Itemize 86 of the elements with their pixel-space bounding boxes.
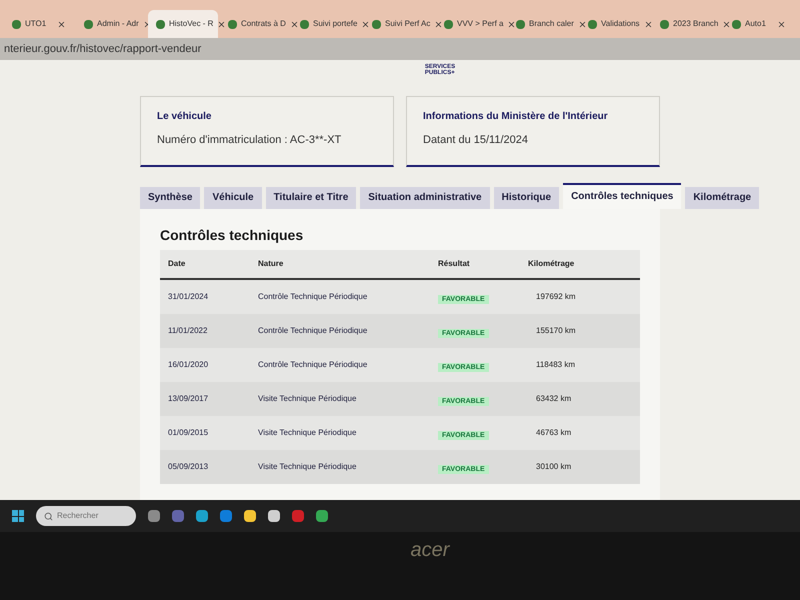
close-icon[interactable] [722, 20, 732, 28]
browser-tab[interactable]: Suivi Perf Ac [364, 10, 434, 38]
page-tab[interactable]: Contrôles techniques [563, 182, 682, 208]
favicon-icon [12, 20, 21, 28]
browser-tab[interactable]: Branch caler [508, 10, 578, 38]
browser-tab[interactable]: 2023 Branch [652, 10, 722, 38]
column-header: Kilométrage [528, 258, 576, 270]
mileage-cell-text: 63432 km [535, 392, 572, 404]
browser-tab[interactable]: Contrats à D [220, 10, 290, 38]
page-tab[interactable]: Historique [494, 186, 560, 208]
tab-title: Suivi portefe [313, 18, 358, 30]
nature-cell-text: Contrôle Technique Périodique [258, 324, 368, 336]
column-header: Date [168, 258, 186, 270]
tab-title: Branch caler [529, 18, 574, 30]
nature-cell-text: Contrôle Technique Périodique [258, 358, 368, 370]
mileage-cell-text: 30100 km [535, 460, 572, 472]
address-bar[interactable]: nterieur.gouv.fr/histovec/rapport-vendeur [0, 38, 800, 60]
date-cell-text: 31/01/2024 [168, 290, 210, 302]
nature-cell-text: Contrôle Technique Périodique [258, 290, 368, 302]
close-icon[interactable] [57, 20, 66, 28]
tab-title: VVV > Perf a [457, 18, 504, 30]
close-icon[interactable] [290, 20, 299, 28]
mileage-cell-text: 46763 km [535, 426, 572, 438]
tab-title: HistoVec - R [169, 18, 214, 30]
app-icon[interactable] [196, 510, 208, 522]
favicon-icon [660, 20, 669, 28]
close-icon[interactable] [361, 20, 370, 28]
page-tab[interactable]: Titulaire et Titre [266, 186, 356, 208]
search-icon [44, 512, 53, 520]
favicon-icon [444, 20, 453, 28]
app-icon[interactable] [244, 510, 256, 522]
tab-title: Auto1 [745, 18, 766, 30]
tab-title: Contrats à D [241, 18, 286, 30]
app-icon[interactable] [268, 510, 280, 522]
page-tab[interactable]: Kilométrage [685, 186, 760, 208]
app-icon[interactable] [316, 510, 328, 522]
favicon-icon [588, 20, 597, 28]
date-cell-text: 16/01/2020 [168, 358, 210, 370]
date-cell-text: 13/09/2017 [168, 392, 210, 404]
tab-title: Admin - Adr [97, 18, 139, 30]
favicon-icon [732, 20, 741, 28]
nature-cell-text: Visite Technique Périodique [258, 392, 358, 404]
close-icon[interactable] [434, 20, 444, 28]
card-title: Informations du Ministère de l'Intérieur [423, 110, 609, 124]
mileage-cell-text: 155170 km [535, 324, 577, 336]
windows-start-icon[interactable] [12, 510, 24, 522]
tab-title: 2023 Branch [673, 18, 718, 30]
close-icon[interactable] [578, 20, 587, 28]
taskbar-search-field[interactable]: Rechercher [36, 506, 136, 526]
page-tab[interactable]: Situation administrative [360, 186, 490, 208]
close-icon[interactable] [217, 20, 226, 28]
page-tab[interactable]: Synthèse [140, 186, 200, 208]
browser-tab[interactable]: Auto1 [724, 10, 794, 38]
browser-tab[interactable]: UTO1 [4, 10, 74, 38]
date-cell-text: 05/09/2013 [168, 460, 210, 472]
card-text: Datant du 15/11/2024 [423, 133, 529, 148]
mileage-cell-text: 118483 km [535, 358, 576, 370]
app-icon[interactable] [148, 510, 160, 522]
close-icon[interactable] [777, 20, 786, 28]
tab-title: Validations [601, 18, 640, 30]
column-header: Résultat [438, 258, 471, 270]
favicon-icon [228, 20, 237, 28]
section-title: Contrôles techniques [160, 226, 304, 245]
date-cell-text: 01/09/2015 [168, 426, 210, 438]
browser-tab[interactable]: Validations [580, 10, 650, 38]
favicon-icon [516, 20, 525, 28]
tab-title: UTO1 [25, 18, 46, 30]
card-title: Le véhicule [157, 110, 212, 124]
mileage-cell-text: 197692 km [535, 290, 577, 302]
favicon-icon [156, 20, 165, 28]
date-cell-text: 11/01/2022 [168, 324, 208, 336]
column-header: Nature [258, 258, 284, 270]
nature-cell-text: Visite Technique Périodique [258, 460, 358, 472]
favicon-icon [84, 20, 93, 28]
browser-tab[interactable]: VVV > Perf a [436, 10, 506, 38]
favicon-icon [372, 20, 381, 28]
close-icon[interactable] [507, 20, 516, 28]
search-input[interactable]: Rechercher [57, 510, 127, 522]
favicon-icon [300, 20, 309, 28]
browser-tab[interactable]: Suivi portefe [292, 10, 362, 38]
brand-logo: acer [410, 540, 450, 563]
tab-title: Suivi Perf Ac [385, 18, 430, 30]
close-icon[interactable] [644, 20, 653, 28]
card-text: Numéro d'immatriculation : AC-3**-XT [157, 133, 342, 148]
page-tab[interactable]: Véhicule [204, 186, 262, 208]
nature-cell-text: Visite Technique Périodique [258, 426, 358, 438]
